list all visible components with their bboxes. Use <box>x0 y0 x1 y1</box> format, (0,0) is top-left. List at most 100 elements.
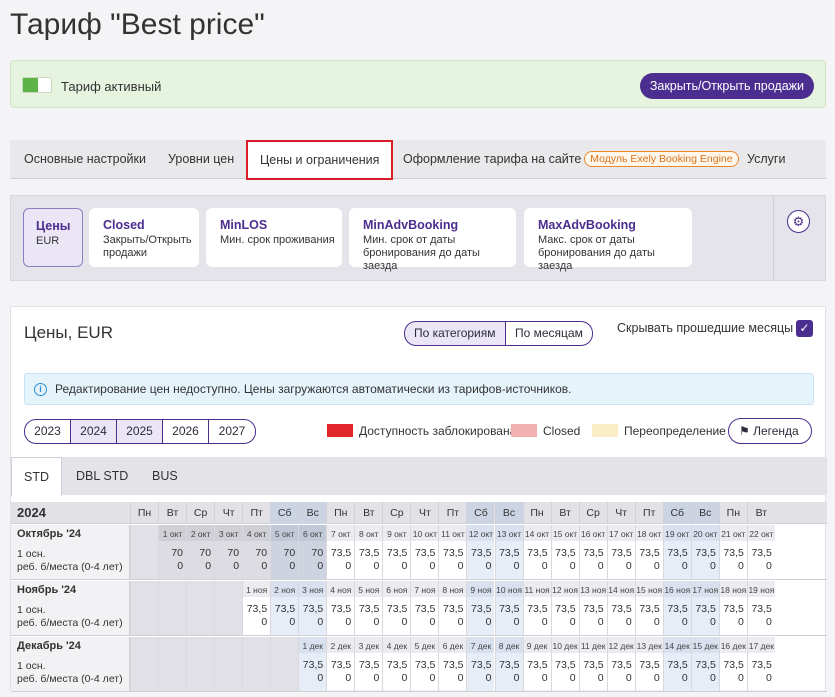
price-cell[interactable]: 4 ноя 73,5 0 <box>326 581 355 635</box>
by-category-toggle[interactable]: По категориям <box>404 321 506 346</box>
price-cell[interactable]: 8 ноя 73,5 0 <box>438 581 467 635</box>
price-cell[interactable]: 1 дек 73,5 0 <box>298 637 327 691</box>
price-cell[interactable]: 9 дек 73,5 0 <box>522 637 551 691</box>
price-value: 73,5 <box>471 659 492 671</box>
price-cell[interactable]: 11 окт 73,5 0 <box>438 525 467 579</box>
price-cell[interactable]: 6 ноя 73,5 0 <box>382 581 411 635</box>
card-maxadvbooking[interactable]: MaxAdvBooking Макс. срок от даты брониро… <box>524 208 692 272</box>
price-cell[interactable]: 1 ноя 73,5 0 <box>242 581 271 635</box>
tab-main-settings[interactable]: Основные настройки <box>24 140 146 179</box>
year-option[interactable]: 2027 <box>209 420 255 443</box>
price-cell[interactable]: 22 окт 73,5 0 <box>746 525 775 579</box>
price-cell[interactable]: 7 окт 73,5 0 <box>326 525 355 579</box>
price-cell[interactable]: 12 ноя 73,5 0 <box>550 581 579 635</box>
close-open-sales-button[interactable]: Закрыть/Открыть продажи <box>639 73 814 99</box>
price-cell[interactable]: 6 окт 70 0 <box>298 525 327 579</box>
room-tab-std[interactable]: STD <box>11 457 62 496</box>
child-price-value: 0 <box>345 672 352 684</box>
price-cell[interactable]: 17 ноя 73,5 0 <box>690 581 719 635</box>
card-title: MinLOS <box>220 218 268 232</box>
price-cell[interactable]: 12 дек 73,5 0 <box>606 637 635 691</box>
price-cell[interactable]: 10 ноя 73,5 0 <box>494 581 523 635</box>
price-cell[interactable]: 5 ноя 73,5 0 <box>354 581 383 635</box>
price-cell[interactable]: 1 окт 70 0 <box>158 525 187 579</box>
price-cell[interactable]: 7 дек 73,5 0 <box>466 637 495 691</box>
child-price-value: 0 <box>653 616 660 628</box>
price-cell[interactable]: 16 окт 73,5 0 <box>578 525 607 579</box>
price-cell[interactable]: 5 дек 73,5 0 <box>410 637 439 691</box>
price-cell[interactable]: 5 окт 70 0 <box>270 525 299 579</box>
price-cell[interactable]: 9 окт 73,5 0 <box>382 525 411 579</box>
price-cell[interactable]: 16 дек 73,5 0 <box>718 637 747 691</box>
price-cell[interactable]: 16 ноя 73,5 0 <box>662 581 691 635</box>
price-cell[interactable]: 19 ноя 73,5 0 <box>746 581 775 635</box>
card-minadvbooking[interactable]: MinAdvBooking Мин. срок от даты брониров… <box>349 208 516 272</box>
tab-price-levels[interactable]: Уровни цен <box>168 140 234 179</box>
price-cell[interactable]: 2 окт 70 0 <box>186 525 215 579</box>
info-icon: i <box>34 383 47 396</box>
price-cell[interactable]: 11 дек 73,5 0 <box>578 637 607 691</box>
price-cell[interactable]: 17 дек 73,5 0 <box>746 637 775 691</box>
price-cell[interactable]: 2 ноя 73,5 0 <box>270 581 299 635</box>
price-cell[interactable]: 17 окт 73,5 0 <box>606 525 635 579</box>
price-cell[interactable]: 6 дек 73,5 0 <box>438 637 467 691</box>
child-price-value: 0 <box>541 560 548 572</box>
price-cell[interactable]: 14 дек 73,5 0 <box>662 637 691 691</box>
price-cell[interactable]: 20 окт 73,5 0 <box>690 525 719 579</box>
price-cell[interactable]: 4 окт 70 0 <box>242 525 271 579</box>
child-price-value: 0 <box>737 672 744 684</box>
empty-cell <box>214 581 243 635</box>
child-price-value: 0 <box>485 672 492 684</box>
price-cell[interactable]: 18 окт 73,5 0 <box>634 525 663 579</box>
by-month-toggle[interactable]: По месяцам <box>506 321 593 346</box>
card-closed[interactable]: Closed Закрыть/Открыть продажи <box>89 208 199 267</box>
child-price-value: 0 <box>766 560 772 572</box>
price-cell[interactable]: 12 окт 73,5 0 <box>466 525 495 579</box>
price-cell[interactable]: 13 дек 73,5 0 <box>634 637 663 691</box>
price-cell[interactable]: 18 ноя 73,5 0 <box>718 581 747 635</box>
child-price-value: 0 <box>513 560 520 572</box>
tab-site-design[interactable]: Оформление тарифа на сайте Модуль Exely B… <box>403 140 739 179</box>
prices-panel: Цены, EUR По категориям По месяцам Скрыв… <box>10 306 827 692</box>
room-tab-bus[interactable]: BUS <box>152 457 178 495</box>
tab-services[interactable]: Услуги <box>747 140 785 179</box>
price-cell[interactable]: 19 окт 73,5 0 <box>662 525 691 579</box>
year-option-selected[interactable]: 2024 <box>71 420 117 443</box>
price-cell[interactable]: 8 окт 73,5 0 <box>354 525 383 579</box>
year-option[interactable]: 2026 <box>163 420 209 443</box>
price-cell[interactable]: 3 окт 70 0 <box>214 525 243 579</box>
hide-past-checkbox[interactable]: ✓ <box>796 320 813 337</box>
tab-prices-restrictions[interactable]: Цены и ограничения <box>246 140 394 180</box>
price-value: 73,5 <box>555 603 576 615</box>
price-cell[interactable]: 7 ноя 73,5 0 <box>410 581 439 635</box>
price-cell[interactable]: 14 ноя 73,5 0 <box>606 581 635 635</box>
year-option-selected[interactable]: 2025 <box>117 420 163 443</box>
date-label: 1 ноя <box>246 585 268 595</box>
price-cell[interactable]: 21 окт 73,5 0 <box>718 525 747 579</box>
price-cell[interactable]: 3 ноя 73,5 0 <box>298 581 327 635</box>
price-cell[interactable]: 10 окт 73,5 0 <box>410 525 439 579</box>
price-cell[interactable]: 15 окт 73,5 0 <box>550 525 579 579</box>
price-cell[interactable]: 14 окт 73,5 0 <box>522 525 551 579</box>
price-cell[interactable]: 3 дек 73,5 0 <box>354 637 383 691</box>
price-cell[interactable]: 8 дек 73,5 0 <box>494 637 523 691</box>
price-cell[interactable]: 15 ноя 73,5 0 <box>634 581 663 635</box>
price-cell[interactable]: 4 дек 73,5 0 <box>382 637 411 691</box>
legend-button[interactable]: ⚑ Легенда <box>728 418 812 444</box>
price-cell[interactable]: 13 окт 73,5 0 <box>494 525 523 579</box>
card-prices[interactable]: Цены EUR <box>23 208 83 267</box>
weekday-header: Сб <box>270 502 299 524</box>
date-label: 11 ноя <box>524 585 550 595</box>
price-cell[interactable]: 2 дек 73,5 0 <box>326 637 355 691</box>
price-value: 73,5 <box>443 547 464 559</box>
year-option[interactable]: 2023 <box>25 420 71 443</box>
price-cell[interactable]: 11 ноя 73,5 0 <box>522 581 551 635</box>
price-cell[interactable]: 15 дек 73,5 0 <box>690 637 719 691</box>
card-minlos[interactable]: MinLOS Мин. срок проживания <box>206 208 342 267</box>
room-tab-dbl-std[interactable]: DBL STD <box>76 457 128 495</box>
price-cell[interactable]: 13 ноя 73,5 0 <box>578 581 607 635</box>
gear-icon[interactable]: ⚙ <box>787 210 810 233</box>
price-cell[interactable]: 9 ноя 73,5 0 <box>466 581 495 635</box>
tariff-active-toggle[interactable] <box>22 77 52 93</box>
price-cell[interactable]: 10 дек 73,5 0 <box>550 637 579 691</box>
